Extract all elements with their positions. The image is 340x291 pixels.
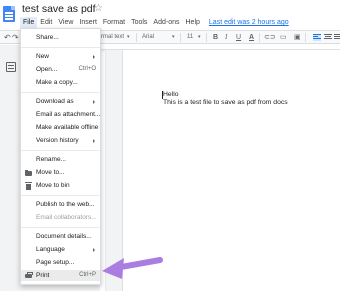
arrow-shaft [118, 257, 163, 270]
annotation-arrow [102, 257, 163, 279]
arrow-head [102, 258, 124, 279]
